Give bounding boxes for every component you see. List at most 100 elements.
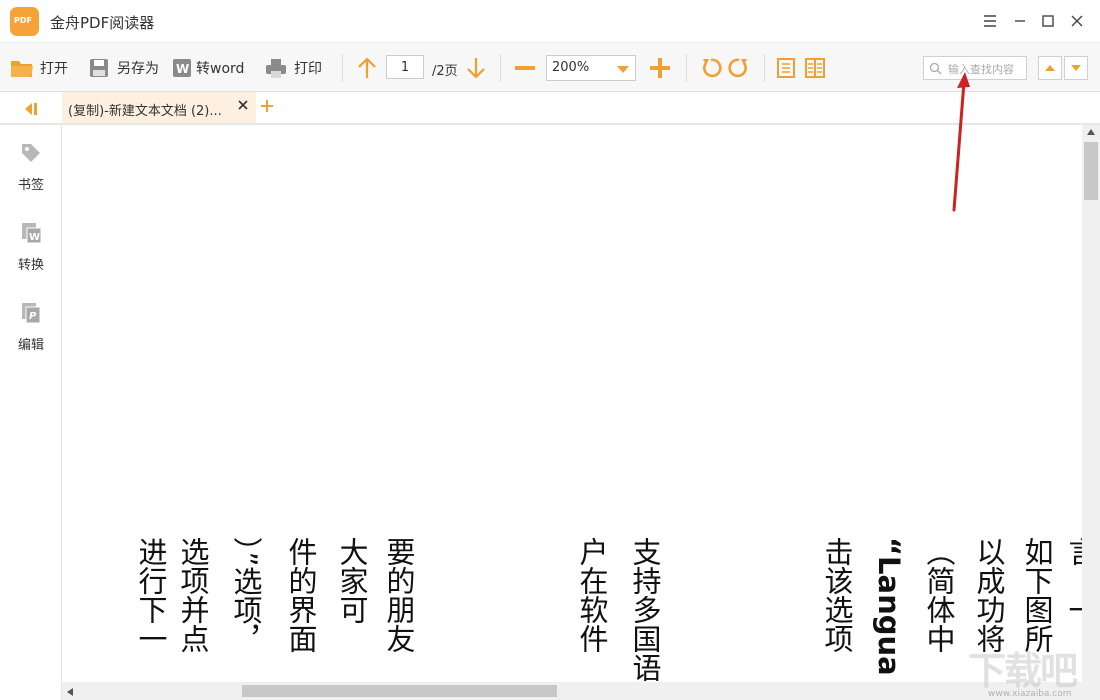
page-total: /2页 [432,64,458,79]
menu-button[interactable] [977,8,1003,34]
title-bar: PDF 金舟PDF阅读器 [0,0,1100,42]
search-icon [929,62,942,75]
document-text-column: 支持多国语 [628,537,662,682]
triangle-down-icon [1071,65,1081,71]
document-text-column: 如下图所 [1020,537,1054,653]
print-button[interactable]: 打印 [264,43,322,93]
toolbar-divider [500,54,501,82]
close-tab-icon[interactable] [236,98,250,112]
scroll-left-icon[interactable] [67,688,73,696]
sidebar-item-label: 转换 [17,258,44,273]
to-word-button[interactable]: W 转word [170,43,244,93]
save-as-label: 另存为 [117,61,159,77]
sidebar-item-bookmarks[interactable]: 书签 [0,142,62,202]
sidebar-item-label: 编辑 [17,338,44,353]
document-tab[interactable]: (复制)-新建文本文档 (2)... [62,92,256,123]
scroll-up-icon[interactable] [1087,129,1095,135]
svg-text:W: W [29,232,40,243]
svg-text:P: P [29,311,37,322]
rotate-left-icon [703,58,722,78]
rotate-right-icon [728,58,747,78]
arrow-up-icon [358,57,376,78]
convert-word-icon: W [22,223,42,244]
document-text-column: 言，一 [1064,537,1082,624]
sidebar-item-edit[interactable]: P 编辑 [0,302,62,362]
zoom-value: 200% [552,60,590,75]
document-text-column: 户在软件 [575,537,609,653]
tab-bar: (复制)-新建文本文档 (2)... [0,92,1100,125]
toolbar-divider [342,54,343,82]
minus-icon [515,66,535,70]
collapse-sidebar-button[interactable] [22,101,40,115]
search-placeholder: 输入查找内容 [948,63,1014,76]
page-number-input[interactable]: 1 [386,55,424,79]
open-button[interactable]: 打开 [10,43,68,93]
document-text-column: （简体中 [922,537,956,653]
triangle-up-icon [1045,65,1055,71]
edit-pdf-icon: P [22,303,41,324]
document-text-column: ）”选项， [229,537,263,654]
horizontal-scrollbar[interactable] [62,682,1082,700]
tag-icon [22,144,40,162]
zoom-in-button[interactable] [649,43,671,93]
document-text-column: 以成功将 [972,537,1006,653]
zoom-out-button[interactable] [514,43,536,93]
double-page-view-button[interactable] [804,43,826,93]
toolbar-divider [764,54,765,82]
close-icon [1071,15,1083,27]
document-text-column: 击该选项 [820,537,854,653]
prev-page-button[interactable] [356,43,378,93]
chevron-down-icon [617,66,629,73]
sidebar-item-label: 书签 [17,178,44,193]
document-tab-title: (复制)-新建文本文档 (2)... [68,104,222,119]
add-tab-icon[interactable] [259,98,275,114]
save-icon [87,56,111,80]
horizontal-scroll-thumb[interactable] [242,685,557,697]
app-title: 金舟PDF阅读器 [50,14,155,32]
print-label: 打印 [294,61,322,77]
sidebar: 书签 W 转换 P 编辑 [0,125,62,700]
close-button[interactable] [1064,8,1090,34]
document-text-column: 要的朋友 [382,537,416,653]
vertical-scroll-thumb[interactable] [1084,142,1098,200]
app-logo: PDF [10,7,39,36]
maximize-button[interactable] [1035,8,1061,34]
maximize-icon [1042,15,1054,27]
toolbar-divider [686,54,687,82]
arrow-down-icon [467,58,485,79]
scrollbar-corner [1082,682,1100,700]
document-text-column: 件的界面 [284,537,318,653]
open-label: 打开 [40,61,68,77]
vertical-scrollbar[interactable] [1082,125,1100,682]
plus-icon [650,58,670,78]
search-prev-button[interactable] [1038,56,1062,80]
app-logo-text: PDF [14,16,32,25]
collapse-left-icon [25,103,37,115]
document-viewer[interactable]: 进行下一 选项并点 ）”选项， 件的界面 大家可 要的朋友 户在软件 支持多国语… [62,125,1082,682]
toolbar: 打开 另存为 W 转word 打印 1 /2页 200% 输入查找内容 [0,42,1100,92]
folder-icon [10,56,34,80]
word-icon: W [170,56,194,80]
svg-text:W: W [176,62,189,76]
rotate-left-button[interactable] [700,43,722,93]
document-text-column: 进行下一 [134,537,168,653]
hamburger-icon [984,15,996,27]
next-page-button[interactable] [465,43,487,93]
site-watermark: 下载吧 [968,649,1078,693]
zoom-select[interactable]: 200% [546,55,636,81]
minimize-icon [1015,20,1025,22]
minimize-button[interactable] [1007,8,1033,34]
double-page-icon [805,58,825,78]
document-text-column: 选项并点 [176,537,210,653]
rotate-right-button[interactable] [728,43,750,93]
search-next-button[interactable] [1064,56,1088,80]
sidebar-item-convert[interactable]: W 转换 [0,222,62,282]
document-text-column: 大家可 [335,537,369,624]
document-text-column: “Langua [872,537,906,676]
site-watermark-url: www.xiazaiba.com [988,689,1072,699]
to-word-label: 转word [196,61,245,77]
search-input[interactable]: 输入查找内容 [923,56,1027,80]
save-as-button[interactable]: 另存为 [87,43,159,93]
single-page-view-button[interactable] [776,43,796,93]
single-page-icon [777,58,795,78]
